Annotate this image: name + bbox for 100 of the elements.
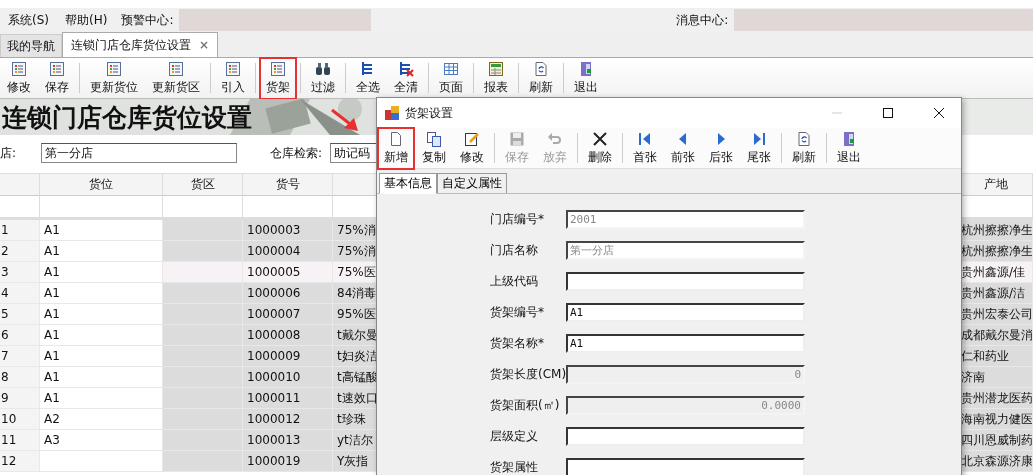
search-label: 仓库检索: — [270, 144, 323, 162]
row-number: 4 — [0, 283, 40, 304]
first-icon — [637, 130, 653, 147]
filter-cell[interactable] — [960, 196, 1033, 220]
table-cell: A1 — [40, 367, 163, 388]
field-label: 货架名称* — [490, 335, 545, 352]
list-icon — [106, 60, 122, 77]
table-cell: A1 — [40, 241, 163, 262]
table-cell: 1000004 — [243, 241, 333, 262]
table-cell: A1 — [40, 262, 163, 283]
input-field[interactable] — [566, 272, 805, 291]
menu-item[interactable]: 系统(S) — [0, 11, 57, 29]
toolbar-button[interactable]: 更新货位 — [83, 56, 145, 100]
input-field[interactable]: A1 — [566, 303, 805, 322]
menu-item[interactable]: 帮助(H) — [57, 11, 116, 29]
table-cell: 1000011 — [243, 388, 333, 409]
column-header[interactable]: 产地 — [960, 173, 1033, 196]
toolbar-button[interactable]: 全选 — [349, 56, 387, 100]
column-header[interactable]: 货位 — [40, 173, 163, 196]
table-cell: A1 — [40, 304, 163, 325]
table-cell: 贵州鑫源/洁 — [960, 283, 1033, 304]
column-header[interactable]: 货号 — [243, 173, 333, 196]
row-number: 10 — [0, 409, 40, 430]
tab[interactable]: 基本信息 — [379, 173, 437, 194]
toolbar-button[interactable]: 新增 — [377, 126, 415, 170]
input-field[interactable] — [566, 427, 805, 446]
store-field[interactable]: 第一分店 — [41, 143, 238, 163]
field-label: 货架面积(㎡) — [490, 397, 561, 414]
toolbar-button[interactable]: 退出 — [830, 126, 868, 170]
row-number: 5 — [0, 304, 40, 325]
filter-cell[interactable] — [243, 196, 333, 220]
door-icon — [841, 130, 857, 147]
table-cell: A2 — [40, 409, 163, 430]
input-field[interactable] — [566, 458, 805, 475]
column-header[interactable]: 货区 — [163, 173, 243, 196]
table-cell: 1000019 — [243, 451, 333, 472]
field-label: 货架长度(CM) — [490, 366, 566, 383]
toolbar-button[interactable]: 首张 — [626, 126, 664, 170]
row-number: 1 — [0, 220, 40, 241]
toolbar-button[interactable]: 修改 — [0, 56, 38, 100]
table-cell: 1000003 — [243, 220, 333, 241]
dialog-title: 货架设置 — [405, 104, 453, 122]
row-number: 12 — [0, 451, 40, 472]
filter-cell[interactable] — [163, 196, 243, 220]
table-cell: A1 — [40, 325, 163, 346]
window-icon — [385, 106, 399, 120]
toolbar-button[interactable]: 更新货区 — [145, 56, 207, 100]
toolbar-button[interactable]: 保存 — [38, 56, 76, 100]
filter-cell[interactable] — [0, 196, 40, 220]
row-number: 9 — [0, 388, 40, 409]
table-cell: A1 — [40, 346, 163, 367]
table-cell: 1000006 — [243, 283, 333, 304]
list-icon — [270, 60, 286, 77]
list-icon — [225, 60, 241, 77]
alert-center-label: 预警中心: — [120, 11, 175, 29]
toolbar-button[interactable]: 过滤 — [304, 56, 342, 100]
field-label: 上级代码 — [490, 273, 539, 290]
table-cell: 北京森源济康 — [960, 451, 1033, 472]
list-icon — [49, 60, 65, 77]
table-cell: 成都戴尔曼消 — [960, 325, 1033, 346]
table-cell: 海南视力健医 — [960, 409, 1033, 430]
table-cell: 1000013 — [243, 430, 333, 451]
toolbar-button[interactable]: 修改 — [453, 126, 491, 170]
door-icon — [578, 60, 594, 77]
input-field[interactable]: A1 — [566, 334, 805, 353]
field-label: 层级定义 — [490, 428, 539, 445]
table-cell: 贵州潜龙医药 — [960, 388, 1033, 409]
table-cell: 1000007 — [243, 304, 333, 325]
page-title: 连锁门店仓库货位设置 — [1, 101, 252, 134]
close-icon — [592, 130, 608, 147]
row-number: 2 — [0, 241, 40, 262]
toolbar-button[interactable]: 尾张 — [740, 126, 778, 170]
tab[interactable]: 连锁门店仓库货位设置 × — [62, 32, 219, 57]
toolbar-button[interactable]: 刷新 — [522, 56, 560, 100]
toolbar-button[interactable]: 删除 — [581, 126, 619, 170]
field-label: 门店名称 — [490, 242, 539, 259]
field-label: 货架属性 — [490, 459, 539, 475]
grid-icon — [443, 60, 459, 77]
store-label: 店: — [0, 144, 17, 162]
toolbar-button[interactable]: 引入 — [214, 56, 252, 100]
close-icon — [933, 108, 944, 118]
toolbar-button[interactable]: 全清 — [387, 56, 425, 100]
annotation-arrow — [330, 108, 360, 132]
filter-cell[interactable] — [40, 196, 163, 220]
table-cell: A1 — [40, 283, 163, 304]
row-number: 3 — [0, 262, 40, 283]
row-number: 7 — [0, 346, 40, 367]
close-icon[interactable]: × — [199, 38, 210, 52]
toolbar-button[interactable]: 刷新 — [785, 126, 823, 170]
toolbar-button[interactable]: 复制 — [415, 126, 453, 170]
table-cell: 1000009 — [243, 346, 333, 367]
list-icon — [168, 60, 184, 77]
toolbar-button[interactable]: 后张 — [702, 126, 740, 170]
table-cell: A1 — [40, 388, 163, 409]
row-number: 6 — [0, 325, 40, 346]
row-number: 11 — [0, 430, 40, 451]
toolbar-button[interactable]: 前张 — [664, 126, 702, 170]
tab[interactable]: 我的导航 — [0, 34, 62, 57]
tab[interactable]: 自定义属性 — [437, 173, 507, 193]
table-cell: 杭州擦擦净生 — [960, 241, 1033, 262]
